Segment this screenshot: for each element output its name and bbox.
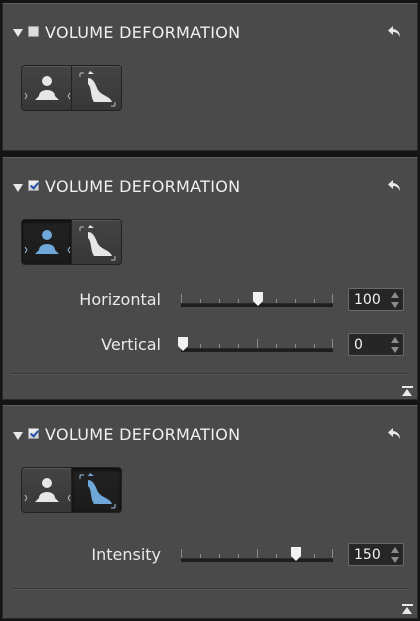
volume-deformation-panel-intensity: VOLUME DEFORMATION Intensity 150 [2, 405, 418, 619]
intensity-mode-button[interactable] [71, 219, 122, 265]
panel-title: VOLUME DEFORMATION [45, 23, 241, 42]
triangle-down-icon[interactable] [13, 29, 23, 37]
panel-header[interactable]: VOLUME DEFORMATION [3, 406, 417, 450]
volume-deformation-panel-horizontal-vertical: VOLUME DEFORMATION Horizontal 100 Vertic… [2, 157, 418, 400]
horizontal-slider-row: Horizontal 100 [3, 288, 417, 312]
collapse-up-icon[interactable] [402, 386, 413, 396]
vertical-value[interactable]: 0 [354, 337, 363, 353]
stepper-down-icon[interactable] [391, 557, 399, 563]
volume-deformation-panel-collapsed-off: VOLUME DEFORMATION [2, 3, 418, 151]
collapse-up-icon[interactable] [402, 604, 413, 614]
vertical-slider-row: Vertical 0 [3, 333, 417, 357]
stepper-up-icon[interactable] [391, 337, 399, 343]
vertical-label: Vertical [101, 335, 161, 354]
panel-header[interactable]: VOLUME DEFORMATION [3, 4, 417, 48]
horizontal-vertical-deformation-icon [24, 478, 71, 502]
reset-arrow-icon[interactable] [387, 427, 403, 441]
reset-arrow-icon[interactable] [387, 25, 403, 39]
horizontal-vertical-mode-button[interactable] [21, 467, 72, 513]
intensity-deformation-icon [79, 225, 116, 261]
horizontal-vertical-mode-button[interactable] [21, 219, 72, 265]
horizontal-vertical-mode-button[interactable] [21, 65, 72, 111]
vertical-stepper[interactable] [391, 337, 399, 353]
stepper-down-icon[interactable] [391, 302, 399, 308]
stepper-up-icon[interactable] [391, 547, 399, 553]
panel-header[interactable]: VOLUME DEFORMATION [3, 158, 417, 202]
reset-arrow-icon[interactable] [387, 179, 403, 193]
intensity-mode-button[interactable] [71, 467, 122, 513]
intensity-value[interactable]: 150 [354, 547, 381, 563]
intensity-deformation-icon [79, 473, 116, 509]
enable-checkbox[interactable] [28, 26, 39, 37]
horizontal-slider-thumb[interactable] [253, 292, 263, 306]
intensity-value-field[interactable]: 150 [348, 543, 404, 566]
divider [11, 588, 409, 590]
enable-checkbox[interactable] [28, 428, 39, 439]
intensity-slider-thumb[interactable] [291, 547, 301, 561]
triangle-down-icon[interactable] [13, 184, 23, 192]
vertical-value-field[interactable]: 0 [348, 333, 404, 356]
intensity-stepper[interactable] [391, 547, 399, 563]
horizontal-slider[interactable] [181, 292, 333, 308]
horizontal-vertical-deformation-icon [24, 76, 71, 100]
intensity-label: Intensity [91, 545, 161, 564]
stepper-up-icon[interactable] [391, 292, 399, 298]
intensity-slider-row: Intensity 150 [3, 543, 417, 567]
intensity-mode-button[interactable] [71, 65, 122, 111]
horizontal-value[interactable]: 100 [354, 292, 381, 308]
horizontal-label: Horizontal [79, 290, 161, 309]
horizontal-vertical-deformation-icon [24, 230, 71, 254]
horizontal-value-field[interactable]: 100 [348, 288, 404, 311]
divider [11, 373, 409, 375]
enable-checkbox[interactable] [28, 180, 39, 191]
horizontal-stepper[interactable] [391, 292, 399, 308]
intensity-deformation-icon [79, 71, 116, 107]
vertical-slider-thumb[interactable] [178, 337, 188, 351]
intensity-slider[interactable] [181, 547, 333, 563]
vertical-slider[interactable] [178, 337, 333, 353]
triangle-down-icon[interactable] [13, 432, 23, 440]
panel-title: VOLUME DEFORMATION [45, 425, 241, 444]
stepper-down-icon[interactable] [391, 347, 399, 353]
panel-title: VOLUME DEFORMATION [45, 177, 241, 196]
